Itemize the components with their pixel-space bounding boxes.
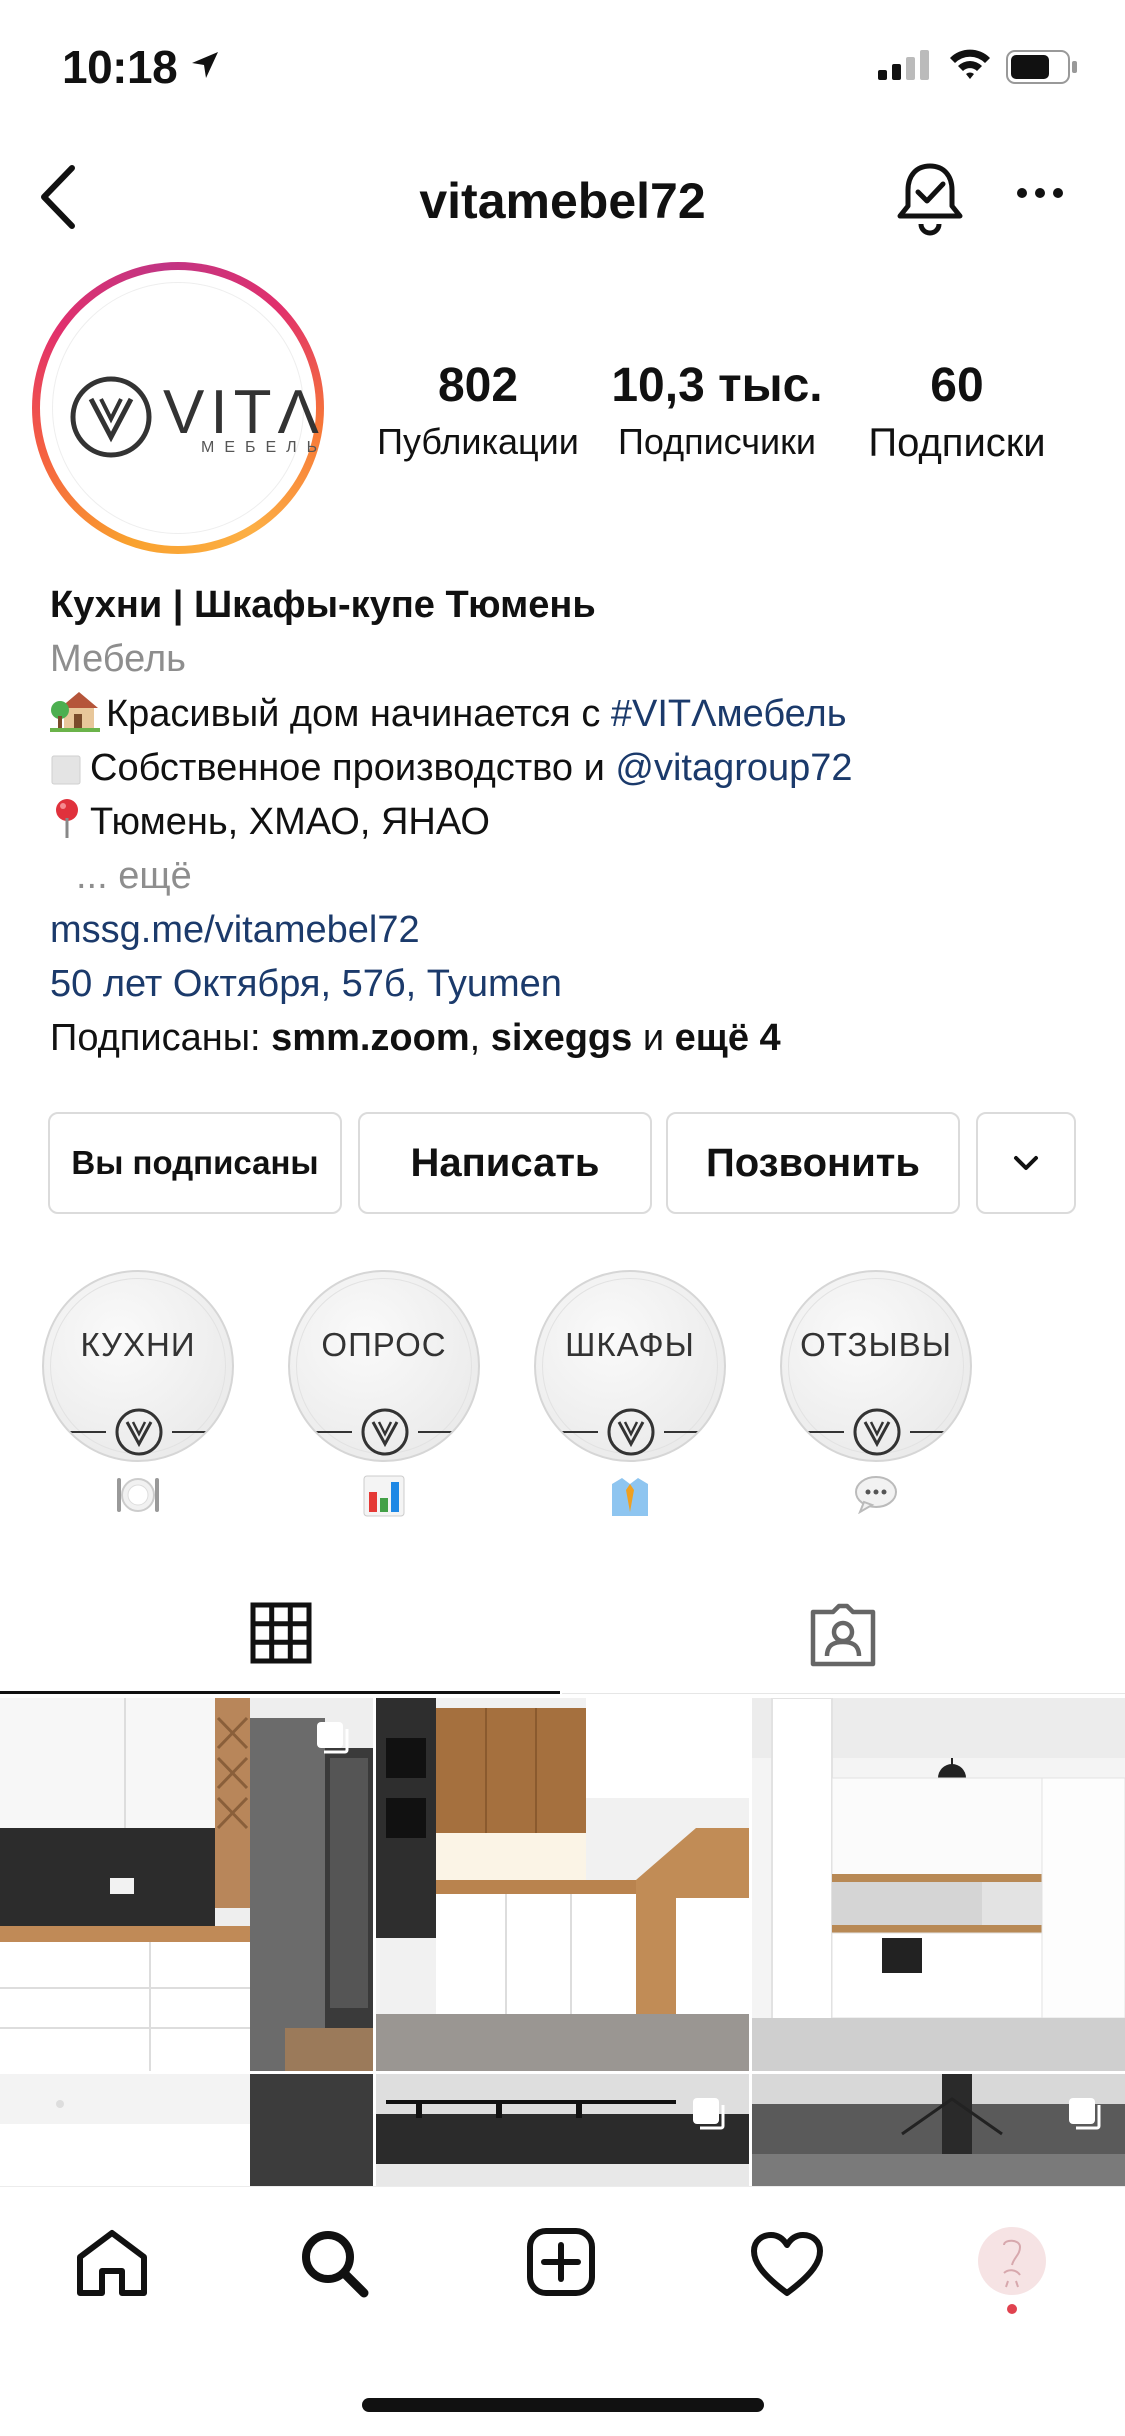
bio-line-3: Тюмень, ХМАО, ЯНАО bbox=[50, 795, 1090, 849]
highlight-cover: КУХНИ bbox=[42, 1270, 234, 1462]
bio-mention-link[interactable]: @vitagroup72 bbox=[615, 747, 852, 789]
search-icon[interactable] bbox=[298, 2227, 370, 2304]
home-icon[interactable] bbox=[74, 2227, 150, 2302]
highlight-cover: ШКАФЫ bbox=[534, 1270, 726, 1462]
followed-by-user-1: smm.zoom bbox=[271, 1017, 470, 1059]
profile-header: vitamebel72 bbox=[0, 150, 1125, 250]
followed-by-user-2: sixeggs bbox=[490, 1017, 633, 1059]
vita-logo-icon bbox=[70, 376, 152, 458]
tab-tagged[interactable] bbox=[562, 1580, 1125, 1694]
home-indicator bbox=[362, 2398, 764, 2412]
plate-cutlery-emoji bbox=[117, 1478, 159, 1512]
profile-bio: Кухни | Шкафы-купе Тюмень Мебель Красивы… bbox=[50, 578, 1090, 1065]
grid-post[interactable] bbox=[752, 2074, 1125, 2186]
status-time: 10:18 bbox=[62, 41, 178, 93]
followed-by[interactable]: Подписаны: smm.zoom, sixeggs и ещё 4 bbox=[50, 1011, 1090, 1065]
post-image-kitchen bbox=[0, 2074, 373, 2186]
highlight-label: КУХНИ bbox=[80, 1326, 196, 1363]
heart-activity-icon[interactable] bbox=[750, 2231, 824, 2302]
tagged-user-icon bbox=[810, 1603, 876, 1667]
call-button[interactable]: Позвонить bbox=[666, 1112, 960, 1214]
website-link[interactable]: mssg.me/vitamebel72 bbox=[50, 903, 1090, 957]
bar-chart-emoji bbox=[363, 1475, 405, 1517]
vita-logo-icon bbox=[64, 1408, 214, 1456]
grid-icon bbox=[250, 1602, 312, 1664]
multiple-photos-icon bbox=[693, 2098, 725, 2130]
followers-label: Подписчики bbox=[617, 421, 817, 462]
stat-posts: 802 Публикации bbox=[362, 358, 594, 463]
more-options-icon[interactable] bbox=[1016, 186, 1064, 204]
grid-post[interactable] bbox=[0, 2074, 373, 2186]
vita-logo-icon bbox=[556, 1408, 706, 1456]
highlight-cover: ОПРОС bbox=[288, 1270, 480, 1462]
grid-post[interactable] bbox=[376, 2074, 749, 2186]
following-button[interactable]: Вы подписаны bbox=[48, 1112, 342, 1214]
stat-followers[interactable]: 10,3 тыс. Подписчики bbox=[606, 358, 828, 463]
logo-subtitle: МЕБЕЛЬ bbox=[201, 439, 328, 456]
bio-line-3-text: Тюмень, ХМАО, ЯНАО bbox=[90, 801, 490, 843]
bio-line-2-text: Собственное производство и bbox=[90, 747, 616, 789]
create-post-icon[interactable] bbox=[526, 2227, 596, 2302]
grid-post[interactable] bbox=[752, 1698, 1125, 2071]
location-arrow-icon bbox=[190, 50, 220, 85]
bio-more-link[interactable]: ... ещё bbox=[50, 849, 1090, 903]
profile-avatar-icon[interactable] bbox=[974, 2225, 1050, 2320]
battery-icon bbox=[1006, 50, 1078, 89]
speech-bubble-emoji bbox=[855, 1476, 897, 1514]
shirt-tie-emoji bbox=[612, 1478, 648, 1516]
status-bar: 10:18 bbox=[0, 0, 1125, 140]
grid-post[interactable] bbox=[376, 1698, 749, 2071]
bio-line-1: Красивый дом начинается с #VITΛмебель bbox=[50, 686, 1090, 741]
address-link[interactable]: 50 лет Октября, 57б, Tyumen bbox=[50, 957, 1090, 1011]
multiple-photos-icon bbox=[693, 1722, 725, 1754]
pushpin-emoji bbox=[56, 799, 78, 838]
notification-bell-icon[interactable] bbox=[896, 160, 964, 241]
highlight-cover: ОТЗЫВЫ bbox=[780, 1270, 972, 1462]
profile-tabs bbox=[0, 1580, 1125, 1694]
followed-by-and: и bbox=[632, 1017, 675, 1059]
highlight-label: ОТЗЫВЫ bbox=[800, 1326, 952, 1363]
bio-line-2: Собственное производство и @vitagroup72 bbox=[50, 741, 1090, 795]
house-garden-emoji bbox=[50, 692, 100, 732]
highlight-poll[interactable]: ОПРОС bbox=[288, 1270, 480, 1518]
chevron-down-icon bbox=[1014, 1156, 1038, 1170]
highlight-wardrobes[interactable]: ШКАФЫ bbox=[534, 1270, 726, 1518]
posts-count: 802 bbox=[437, 359, 519, 412]
cellular-signal-icon bbox=[878, 48, 932, 85]
followers-count: 10,3 тыс. bbox=[611, 359, 823, 412]
wifi-icon bbox=[948, 46, 992, 85]
profile-display-name: Кухни | Шкафы-купе Тюмень bbox=[50, 584, 596, 626]
profile-avatar-story-ring[interactable]: VITΛ МЕБЕЛЬ bbox=[32, 262, 324, 554]
logo-wordmark: VITΛ bbox=[163, 378, 325, 447]
posts-label: Публикации bbox=[377, 421, 579, 462]
following-label: Подписки bbox=[868, 421, 1046, 465]
brand-logo: VITΛ МЕБЕЛЬ bbox=[52, 282, 319, 534]
following-count: 60 bbox=[930, 359, 984, 412]
grid-post[interactable] bbox=[0, 1698, 373, 2071]
highlight-label: ОПРОС bbox=[321, 1326, 447, 1363]
followed-by-separator: , bbox=[469, 1017, 491, 1059]
tab-posts-grid[interactable] bbox=[0, 1580, 560, 1694]
bio-hashtag-link[interactable]: #VITΛмебель bbox=[611, 693, 847, 735]
highlight-kitchens[interactable]: КУХНИ bbox=[42, 1270, 234, 1516]
bio-line-1-text: Красивый дом начинается с bbox=[106, 693, 611, 735]
message-button[interactable]: Написать bbox=[358, 1112, 652, 1214]
followed-by-more: ещё 4 bbox=[674, 1017, 781, 1059]
highlight-label: ШКАФЫ bbox=[565, 1326, 695, 1363]
multiple-photos-icon bbox=[1069, 2098, 1101, 2130]
post-image-kitchen bbox=[752, 1698, 1125, 2071]
suggested-accounts-button[interactable] bbox=[976, 1112, 1076, 1214]
stat-following[interactable]: 60 Подписки bbox=[852, 358, 1062, 466]
highlight-reviews[interactable]: ОТЗЫВЫ bbox=[780, 1270, 972, 1514]
vita-logo-icon bbox=[310, 1408, 460, 1456]
followed-by-prefix: Подписаны: bbox=[50, 1017, 272, 1059]
vita-logo-icon bbox=[802, 1408, 952, 1456]
white-square-emoji bbox=[51, 755, 81, 785]
multiple-photos-icon bbox=[317, 1722, 349, 1754]
profile-category: Мебель bbox=[50, 638, 186, 680]
